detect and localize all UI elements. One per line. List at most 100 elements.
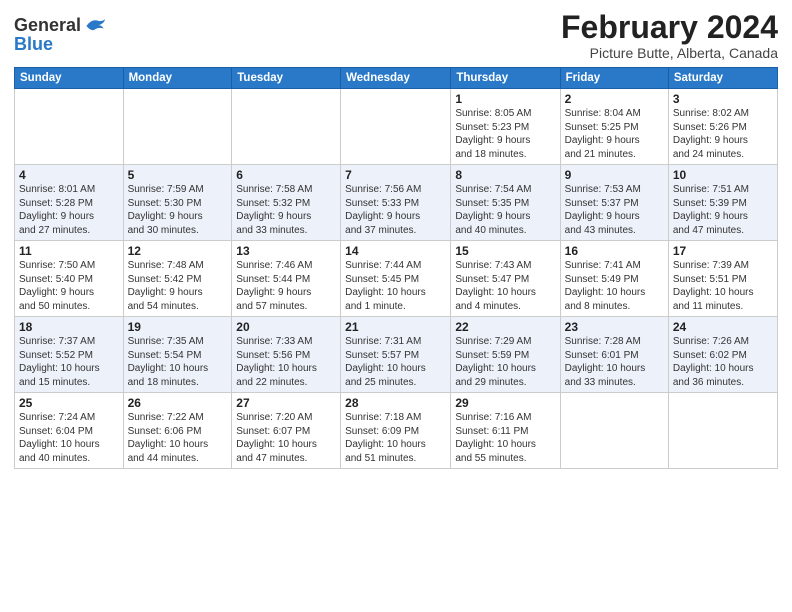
header-monday: Monday bbox=[123, 68, 232, 89]
day-info: Sunrise: 7:51 AM Sunset: 5:39 PM Dayligh… bbox=[673, 183, 773, 237]
day-info: Sunrise: 7:26 AM Sunset: 6:02 PM Dayligh… bbox=[673, 335, 773, 389]
day-info: Sunrise: 8:04 AM Sunset: 5:25 PM Dayligh… bbox=[565, 107, 664, 161]
calendar-cell: 1Sunrise: 8:05 AM Sunset: 5:23 PM Daylig… bbox=[451, 89, 560, 165]
page-container: General Blue February 2024 Picture Butte… bbox=[0, 0, 792, 477]
day-number: 6 bbox=[236, 168, 336, 182]
calendar-cell: 15Sunrise: 7:43 AM Sunset: 5:47 PM Dayli… bbox=[451, 241, 560, 317]
day-number: 27 bbox=[236, 396, 336, 410]
calendar-cell: 23Sunrise: 7:28 AM Sunset: 6:01 PM Dayli… bbox=[560, 317, 668, 393]
day-info: Sunrise: 7:29 AM Sunset: 5:59 PM Dayligh… bbox=[455, 335, 555, 389]
calendar-cell: 6Sunrise: 7:58 AM Sunset: 5:32 PM Daylig… bbox=[232, 165, 341, 241]
day-number: 3 bbox=[673, 92, 773, 106]
calendar-cell: 18Sunrise: 7:37 AM Sunset: 5:52 PM Dayli… bbox=[15, 317, 124, 393]
day-info: Sunrise: 7:41 AM Sunset: 5:49 PM Dayligh… bbox=[565, 259, 664, 313]
day-number: 25 bbox=[19, 396, 119, 410]
day-number: 2 bbox=[565, 92, 664, 106]
logo-icon bbox=[83, 14, 107, 38]
day-info: Sunrise: 7:20 AM Sunset: 6:07 PM Dayligh… bbox=[236, 411, 336, 465]
calendar-cell bbox=[668, 393, 777, 469]
day-number: 8 bbox=[455, 168, 555, 182]
header: General Blue February 2024 Picture Butte… bbox=[14, 10, 778, 61]
logo: General Blue bbox=[14, 14, 107, 55]
day-number: 16 bbox=[565, 244, 664, 258]
day-info: Sunrise: 7:53 AM Sunset: 5:37 PM Dayligh… bbox=[565, 183, 664, 237]
calendar-cell: 11Sunrise: 7:50 AM Sunset: 5:40 PM Dayli… bbox=[15, 241, 124, 317]
calendar-row-4: 18Sunrise: 7:37 AM Sunset: 5:52 PM Dayli… bbox=[15, 317, 778, 393]
day-number: 22 bbox=[455, 320, 555, 334]
calendar-cell: 27Sunrise: 7:20 AM Sunset: 6:07 PM Dayli… bbox=[232, 393, 341, 469]
calendar-cell bbox=[123, 89, 232, 165]
calendar-cell: 4Sunrise: 8:01 AM Sunset: 5:28 PM Daylig… bbox=[15, 165, 124, 241]
day-number: 7 bbox=[345, 168, 446, 182]
calendar-cell: 10Sunrise: 7:51 AM Sunset: 5:39 PM Dayli… bbox=[668, 165, 777, 241]
calendar-row-1: 1Sunrise: 8:05 AM Sunset: 5:23 PM Daylig… bbox=[15, 89, 778, 165]
day-info: Sunrise: 7:22 AM Sunset: 6:06 PM Dayligh… bbox=[128, 411, 228, 465]
day-number: 11 bbox=[19, 244, 119, 258]
day-info: Sunrise: 8:01 AM Sunset: 5:28 PM Dayligh… bbox=[19, 183, 119, 237]
day-info: Sunrise: 7:48 AM Sunset: 5:42 PM Dayligh… bbox=[128, 259, 228, 313]
calendar-cell: 16Sunrise: 7:41 AM Sunset: 5:49 PM Dayli… bbox=[560, 241, 668, 317]
calendar-cell: 9Sunrise: 7:53 AM Sunset: 5:37 PM Daylig… bbox=[560, 165, 668, 241]
day-info: Sunrise: 7:24 AM Sunset: 6:04 PM Dayligh… bbox=[19, 411, 119, 465]
calendar-row-2: 4Sunrise: 8:01 AM Sunset: 5:28 PM Daylig… bbox=[15, 165, 778, 241]
day-info: Sunrise: 7:18 AM Sunset: 6:09 PM Dayligh… bbox=[345, 411, 446, 465]
day-number: 1 bbox=[455, 92, 555, 106]
day-number: 9 bbox=[565, 168, 664, 182]
day-number: 24 bbox=[673, 320, 773, 334]
calendar-cell: 5Sunrise: 7:59 AM Sunset: 5:30 PM Daylig… bbox=[123, 165, 232, 241]
calendar-cell: 13Sunrise: 7:46 AM Sunset: 5:44 PM Dayli… bbox=[232, 241, 341, 317]
main-title: February 2024 bbox=[561, 10, 778, 45]
logo-text: General bbox=[14, 16, 81, 36]
calendar-cell: 17Sunrise: 7:39 AM Sunset: 5:51 PM Dayli… bbox=[668, 241, 777, 317]
header-friday: Friday bbox=[560, 68, 668, 89]
day-info: Sunrise: 7:39 AM Sunset: 5:51 PM Dayligh… bbox=[673, 259, 773, 313]
day-info: Sunrise: 7:37 AM Sunset: 5:52 PM Dayligh… bbox=[19, 335, 119, 389]
calendar-cell: 2Sunrise: 8:04 AM Sunset: 5:25 PM Daylig… bbox=[560, 89, 668, 165]
calendar-cell: 8Sunrise: 7:54 AM Sunset: 5:35 PM Daylig… bbox=[451, 165, 560, 241]
day-info: Sunrise: 8:02 AM Sunset: 5:26 PM Dayligh… bbox=[673, 107, 773, 161]
calendar-cell bbox=[560, 393, 668, 469]
day-info: Sunrise: 7:50 AM Sunset: 5:40 PM Dayligh… bbox=[19, 259, 119, 313]
day-number: 15 bbox=[455, 244, 555, 258]
calendar-cell: 25Sunrise: 7:24 AM Sunset: 6:04 PM Dayli… bbox=[15, 393, 124, 469]
calendar-cell bbox=[232, 89, 341, 165]
day-number: 10 bbox=[673, 168, 773, 182]
calendar-table: Sunday Monday Tuesday Wednesday Thursday… bbox=[14, 67, 778, 469]
title-block: February 2024 Picture Butte, Alberta, Ca… bbox=[561, 10, 778, 61]
day-number: 20 bbox=[236, 320, 336, 334]
day-info: Sunrise: 7:46 AM Sunset: 5:44 PM Dayligh… bbox=[236, 259, 336, 313]
calendar-cell: 19Sunrise: 7:35 AM Sunset: 5:54 PM Dayli… bbox=[123, 317, 232, 393]
calendar-cell: 24Sunrise: 7:26 AM Sunset: 6:02 PM Dayli… bbox=[668, 317, 777, 393]
header-saturday: Saturday bbox=[668, 68, 777, 89]
day-number: 23 bbox=[565, 320, 664, 334]
calendar-cell: 3Sunrise: 8:02 AM Sunset: 5:26 PM Daylig… bbox=[668, 89, 777, 165]
calendar-cell bbox=[341, 89, 451, 165]
day-number: 19 bbox=[128, 320, 228, 334]
day-info: Sunrise: 7:44 AM Sunset: 5:45 PM Dayligh… bbox=[345, 259, 446, 313]
day-info: Sunrise: 7:58 AM Sunset: 5:32 PM Dayligh… bbox=[236, 183, 336, 237]
day-number: 21 bbox=[345, 320, 446, 334]
day-info: Sunrise: 7:59 AM Sunset: 5:30 PM Dayligh… bbox=[128, 183, 228, 237]
subtitle: Picture Butte, Alberta, Canada bbox=[561, 45, 778, 61]
day-number: 14 bbox=[345, 244, 446, 258]
calendar-row-5: 25Sunrise: 7:24 AM Sunset: 6:04 PM Dayli… bbox=[15, 393, 778, 469]
day-info: Sunrise: 8:05 AM Sunset: 5:23 PM Dayligh… bbox=[455, 107, 555, 161]
day-number: 5 bbox=[128, 168, 228, 182]
header-thursday: Thursday bbox=[451, 68, 560, 89]
calendar-cell: 29Sunrise: 7:16 AM Sunset: 6:11 PM Dayli… bbox=[451, 393, 560, 469]
calendar-cell: 20Sunrise: 7:33 AM Sunset: 5:56 PM Dayli… bbox=[232, 317, 341, 393]
calendar-cell: 12Sunrise: 7:48 AM Sunset: 5:42 PM Dayli… bbox=[123, 241, 232, 317]
calendar-row-3: 11Sunrise: 7:50 AM Sunset: 5:40 PM Dayli… bbox=[15, 241, 778, 317]
day-number: 26 bbox=[128, 396, 228, 410]
calendar-cell: 14Sunrise: 7:44 AM Sunset: 5:45 PM Dayli… bbox=[341, 241, 451, 317]
day-info: Sunrise: 7:33 AM Sunset: 5:56 PM Dayligh… bbox=[236, 335, 336, 389]
header-tuesday: Tuesday bbox=[232, 68, 341, 89]
day-number: 29 bbox=[455, 396, 555, 410]
calendar-cell: 22Sunrise: 7:29 AM Sunset: 5:59 PM Dayli… bbox=[451, 317, 560, 393]
header-wednesday: Wednesday bbox=[341, 68, 451, 89]
day-info: Sunrise: 7:56 AM Sunset: 5:33 PM Dayligh… bbox=[345, 183, 446, 237]
day-info: Sunrise: 7:31 AM Sunset: 5:57 PM Dayligh… bbox=[345, 335, 446, 389]
day-info: Sunrise: 7:54 AM Sunset: 5:35 PM Dayligh… bbox=[455, 183, 555, 237]
day-info: Sunrise: 7:28 AM Sunset: 6:01 PM Dayligh… bbox=[565, 335, 664, 389]
calendar-cell: 28Sunrise: 7:18 AM Sunset: 6:09 PM Dayli… bbox=[341, 393, 451, 469]
